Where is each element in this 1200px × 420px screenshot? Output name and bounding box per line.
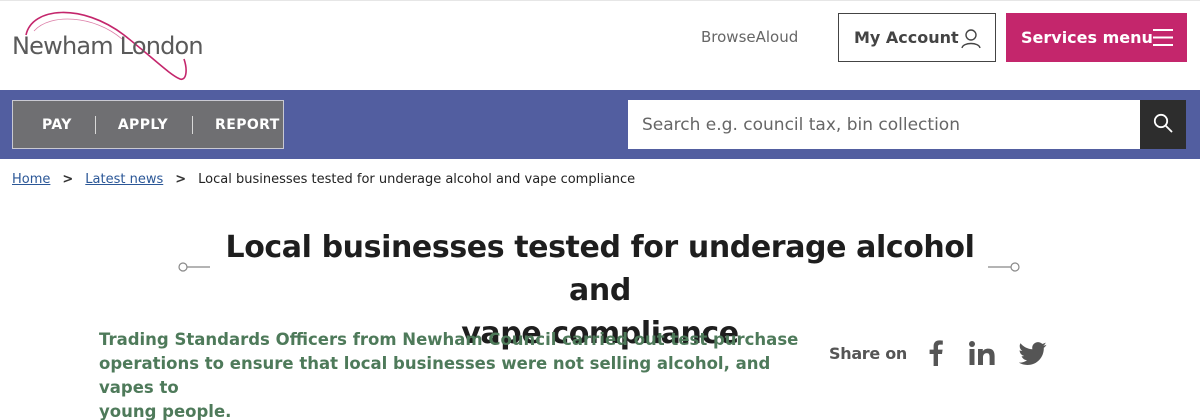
breadcrumb-home-link[interactable]: Home [12, 172, 50, 187]
quick-link-divider [94, 115, 96, 134]
my-account-label: My Account [854, 28, 959, 47]
share-bar: Share on [829, 340, 1047, 366]
quick-links: PAY APPLY REPORT [12, 100, 284, 149]
report-link[interactable]: REPORT [215, 117, 280, 133]
breadcrumb: Home > Latest news > Local businesses te… [12, 172, 635, 187]
linkedin-icon[interactable] [969, 341, 995, 365]
search-bar [628, 100, 1186, 149]
summary-line: young people. [99, 402, 232, 420]
breadcrumb-current: Local businesses tested for underage alc… [198, 172, 636, 187]
facebook-icon[interactable] [929, 340, 943, 366]
logo-text: Newham London [12, 32, 204, 60]
search-button[interactable] [1140, 100, 1186, 149]
share-label: Share on [829, 343, 908, 363]
browsealoud-link[interactable]: BrowseAloud [701, 28, 798, 46]
hamburger-menu-icon [1153, 29, 1173, 46]
breadcrumb-separator: > [62, 172, 74, 187]
page-title-line: Local businesses tested for underage alc… [225, 230, 975, 308]
summary-line: operations to ensure that local business… [99, 354, 771, 397]
title-decoration-right-icon [988, 259, 1022, 273]
article-summary: Trading Standards Officers from Newham C… [99, 328, 799, 420]
twitter-icon[interactable] [1019, 341, 1047, 365]
newham-london-logo[interactable]: Newham London [12, 5, 204, 83]
nav-bar: PAY APPLY REPORT [0, 90, 1200, 159]
title-decoration-left-icon [176, 259, 210, 273]
summary-line: Trading Standards Officers from Newham C… [99, 330, 799, 349]
search-icon [1153, 113, 1173, 137]
services-menu-button[interactable]: Services menu [1006, 13, 1187, 62]
site-header: Newham London BrowseAloud My Account Ser… [0, 0, 1200, 90]
apply-link[interactable]: APPLY [118, 117, 168, 133]
pay-link[interactable]: PAY [42, 117, 72, 133]
search-input[interactable] [628, 100, 1140, 149]
breadcrumb-latest-news-link[interactable]: Latest news [85, 172, 163, 187]
user-icon [960, 27, 982, 49]
quick-link-divider [192, 115, 194, 134]
breadcrumb-separator: > [175, 172, 187, 187]
my-account-button[interactable]: My Account [838, 13, 996, 62]
services-menu-label: Services menu [1021, 28, 1153, 47]
